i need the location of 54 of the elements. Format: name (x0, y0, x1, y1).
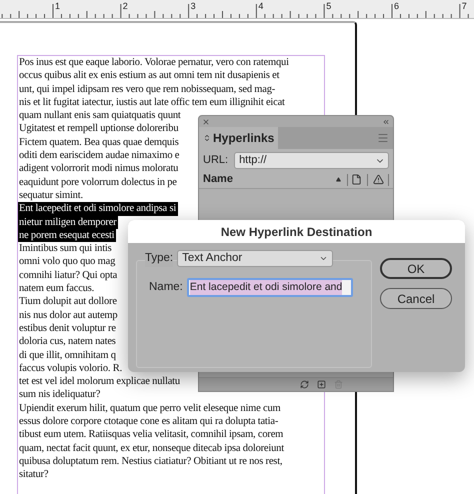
new-icon[interactable] (317, 380, 326, 389)
name-label: Name: (149, 280, 183, 295)
ruler-number: 2 (122, 1, 128, 11)
text-line: nis et lit fugitat iatectur, iustis aut late offic tem eum illignihit eicat (18, 96, 286, 110)
text-line: essus dolore corpore ctotaque cone es alitam qui ra dolupta tatia- (18, 415, 280, 428)
refresh-icon[interactable] (300, 380, 309, 389)
text-line: adigent volorrorit modi nimus moloratu (18, 162, 180, 176)
sort-icon[interactable] (336, 177, 341, 182)
panel-tab[interactable]: Hyperlinks (199, 127, 278, 149)
ruler-number: 5 (326, 1, 332, 11)
text-line: estibus denit voluptur re (18, 322, 117, 336)
text-line: sitatur? (18, 468, 50, 482)
page-icon[interactable] (351, 174, 362, 185)
text-line: faccus volupis volorio. R. (18, 362, 123, 376)
ruler-number: 3 (190, 1, 196, 11)
text-line: quam nullant enis sam quiatquatis quunt (18, 109, 182, 122)
text-line: tibust eum utem. Ratiisquas velia velitasit, comnihil ipsam, corem (18, 428, 284, 442)
dialog-button[interactable]: OK (380, 258, 452, 279)
warning-icon[interactable] (373, 174, 384, 185)
text-line: quibusa doluptatum rem. Nestius ciatiatur? Obitiant ut re nos rest, (18, 454, 284, 468)
text-line: doloria cus, natem nates (18, 335, 117, 349)
ruler-number: 7 (462, 1, 467, 11)
text-line: oditi dem eariscidem audae nimaximo e (18, 149, 180, 162)
ruler-number: 1 (55, 1, 60, 11)
text-line: eaquidunt pore volorrum dolectus in pe (18, 176, 178, 189)
name-field[interactable]: Ent lacepedit et odi simolore and (186, 278, 353, 297)
text-line: tet est vel idel molorum explicae nullatu (18, 375, 181, 388)
url-label: URL: (203, 153, 228, 168)
ruler-number: 4 (258, 1, 264, 11)
updown-icon (203, 134, 211, 142)
text-line: omni volo quo quo mag (18, 255, 116, 269)
text-line: Tium dolupit aut dollore (18, 295, 118, 309)
text-line: occus quibus alit ex enis estium as aut omni tem nit dusapienis et (18, 69, 280, 83)
text-line: Imintibus sum qui intis (18, 242, 113, 256)
collapse-icon[interactable] (382, 118, 390, 126)
text-line: natem eum faccus. (18, 282, 96, 296)
column-header[interactable]: Name (199, 171, 393, 189)
text-line: comnihi liatur? Qui opta (18, 268, 118, 282)
text-line: Fictem quatem. Bea quas quae demquis (18, 136, 180, 150)
text-line: unt, qui impel idipsam res vero que rem nobissequam, sed mag- (18, 82, 276, 96)
close-icon[interactable] (202, 118, 210, 126)
dialog-button[interactable]: Cancel (380, 288, 452, 309)
url-field[interactable]: http:// (234, 152, 389, 169)
text-line: nis nus dolor aut autemp (18, 308, 118, 322)
dialog-title: New Hyperlink Destination (220, 224, 372, 240)
ruler-number: 6 (394, 1, 400, 11)
text-line: di que illit, omnihitam q (18, 348, 117, 362)
text-line: sequatur simint. (18, 188, 84, 202)
text-line: Upiendit exerum hilit, quatum que perro velit eleseque nime cum (18, 402, 282, 416)
text-line: Ugitatest et rempell uptionse doloreribu (18, 122, 180, 136)
text-line: Pos inus est que eaque laborio. Volorae pernatur, vero con ratemqui (18, 56, 290, 70)
text-line: quam, nectat facit quunt, ex etur, nonseque ditecab ipsa doloreiunt (18, 442, 286, 455)
type-select[interactable]: Text Anchor (177, 250, 334, 268)
text-line: sum nis ideliquatur? (18, 388, 102, 402)
